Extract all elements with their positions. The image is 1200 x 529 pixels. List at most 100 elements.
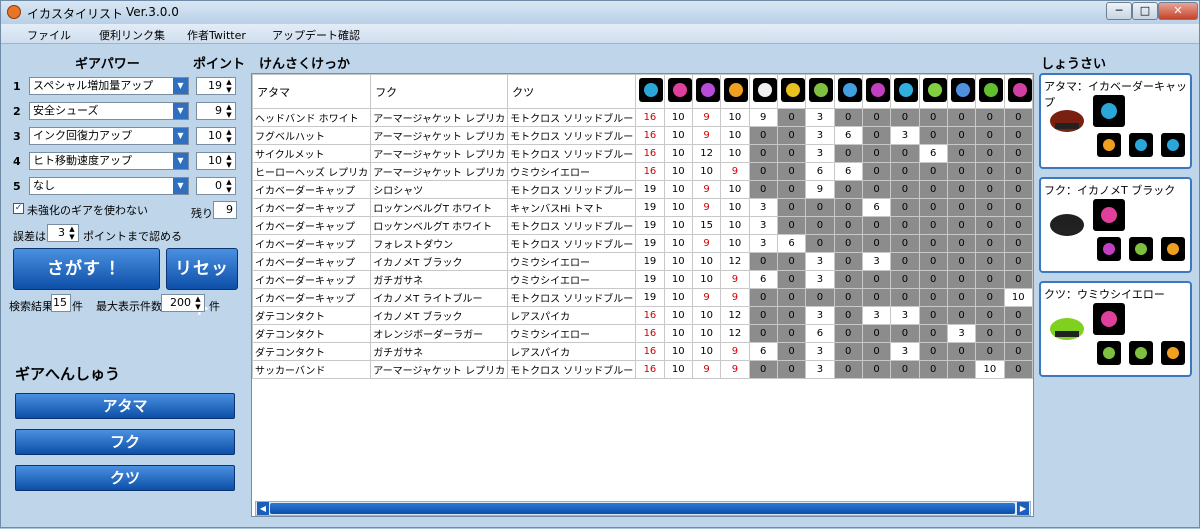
col-ability[interactable]	[720, 74, 750, 109]
table-row[interactable]: ダテコンタクト ガチガサネ レアスパイカ 16 10 10 9 6 0 3 0 0 3 0 0 0 0	[252, 342, 1033, 361]
slot-number: 2	[13, 105, 21, 118]
gear-power-select-2[interactable]: 安全シューズ ▼	[29, 102, 189, 120]
points-stepper-2[interactable]: 9 ▲ ▼	[196, 102, 236, 120]
cell-ability-points: 0	[776, 180, 807, 199]
table-row[interactable]: イカベーダーキャップ ロッケンベルグT ホワイト キャンバスHi トマト 19 10…	[252, 198, 1033, 217]
cell-ability-points: 0	[890, 270, 920, 289]
menu-links[interactable]: 便利リンク集	[99, 27, 165, 43]
table-row[interactable]: イカベーダーキャップ ガチガサネ ウミウシイエロー 19 10 10 9 6 0 3 0 0 0 0 0…	[252, 270, 1033, 289]
cell-ability-points: 0	[748, 288, 778, 307]
col-ability[interactable]	[946, 74, 977, 109]
menu-update-check[interactable]: アップデート確認	[272, 27, 360, 43]
edit-shoes-button[interactable]: クツ	[15, 465, 235, 491]
chevron-down-icon[interactable]: ▼	[173, 153, 188, 169]
points-stepper-1[interactable]: 19 ▲ ▼	[196, 77, 236, 95]
col-ability[interactable]	[918, 74, 948, 109]
points-stepper-5[interactable]: 0 ▲ ▼	[196, 177, 236, 195]
maximize-button[interactable]: □	[1132, 2, 1158, 20]
stepper-arrows-icon[interactable]: ▲ ▼	[224, 103, 234, 119]
cell-ability-points: 10	[720, 198, 750, 217]
col-ability[interactable]	[691, 74, 722, 109]
table-row[interactable]: イカベーダーキャップ ロッケンベルグT ホワイト モトクロス ソリッドブルー 19…	[252, 216, 1033, 235]
col-ability[interactable]	[890, 74, 920, 109]
results-table[interactable]: アタマ フク クツ ヘッドバンド ホワイト アーマージャケット レプリカ モトク…	[251, 73, 1034, 517]
cell-ability-points: 0	[833, 342, 863, 361]
table-row[interactable]: イカベーダーキャップ イカノメT ブラック ウミウシイエロー 19 10 10 12 0 0…	[252, 252, 1033, 271]
cell-ability-points: 0	[861, 144, 892, 163]
col-ability[interactable]	[833, 74, 863, 109]
chevron-down-icon[interactable]: ▼	[173, 128, 188, 144]
app-version: Ver.3.0.0	[126, 5, 179, 19]
col-ability[interactable]	[635, 74, 665, 109]
stepper-arrows-icon[interactable]: ▲ ▼	[67, 225, 77, 241]
cell-head: イカベーダーキャップ	[252, 252, 372, 271]
table-row[interactable]: サッカーバンド アーマージャケット レプリカ モトクロス ソリッドブルー 16 10…	[252, 360, 1033, 379]
scroll-left-icon[interactable]: ◀	[257, 502, 269, 515]
col-ability[interactable]	[748, 74, 778, 109]
cell-ability-points: 0	[861, 360, 892, 379]
cell-ability-points: 10	[663, 252, 693, 271]
close-button[interactable]: ✕	[1158, 2, 1198, 20]
table-row[interactable]: ヒーローヘッズ レプリカ アーマージャケット レプリカ ウミウシイエロー 16 10…	[252, 162, 1033, 181]
scroll-right-icon[interactable]: ▶	[1017, 502, 1029, 515]
cell-ability-points: 0	[833, 288, 863, 307]
edit-clothing-button[interactable]: フク	[15, 429, 235, 455]
col-head[interactable]: アタマ	[252, 74, 372, 109]
stepper-arrows-icon[interactable]: ▲ ▼	[224, 128, 234, 144]
stepper-arrows-icon[interactable]: ▲ ▼	[224, 153, 234, 169]
table-row[interactable]: ダテコンタクト オレンジボーダーラガー ウミウシイエロー 16 10 10 12 0 0 6 0…	[252, 324, 1033, 343]
max-display-stepper[interactable]: 200 ▲ ▼	[161, 294, 205, 312]
gear-power-select-5[interactable]: なし ▼	[29, 177, 189, 195]
cell-head: イカベーダーキャップ	[252, 198, 372, 217]
search-button[interactable]: さがす ！	[13, 248, 160, 290]
col-ability[interactable]	[1003, 74, 1033, 109]
gear-power-select-3[interactable]: インク回復力アップ ▼	[29, 127, 189, 145]
stepper-arrows-icon[interactable]: ▲ ▼	[224, 78, 234, 94]
cell-ability-points: 0	[861, 126, 892, 145]
col-shoes[interactable]: クツ	[507, 74, 637, 109]
horizontal-scrollbar[interactable]: ◀ ▶	[255, 501, 1031, 516]
col-ability[interactable]	[776, 74, 807, 109]
stepper-arrows-icon[interactable]: ▲ ▼	[193, 295, 203, 311]
col-ability[interactable]	[663, 74, 693, 109]
cell-clothing: アーマージャケット レプリカ	[370, 108, 509, 127]
table-row[interactable]: ダテコンタクト イカノメT ブラック レアスパイカ 16 10 10 12 0 0 3 0 3 3 0…	[252, 306, 1033, 325]
points-stepper-4[interactable]: 10 ▲ ▼	[196, 152, 236, 170]
minimize-button[interactable]: ─	[1106, 2, 1132, 20]
table-row[interactable]: フグベルハット アーマージャケット レプリカ モトクロス ソリッドブルー 16 10…	[252, 126, 1033, 145]
table-row[interactable]: イカベーダーキャップ イカノメT ライトブルー モトクロス ソリッドブルー 19 1…	[252, 288, 1033, 307]
cell-ability-points: 10	[663, 216, 693, 235]
menu-file[interactable]: ファイル	[27, 27, 71, 43]
gear-power-value: インク回復力アップ	[33, 129, 132, 142]
reset-button[interactable]: リセット	[166, 248, 238, 319]
cell-ability-points: 0	[890, 216, 920, 235]
table-row[interactable]: サイクルメット アーマージャケット レプリカ モトクロス ソリッドブルー 16 10…	[252, 144, 1033, 163]
col-ability[interactable]	[975, 74, 1005, 109]
cell-ability-points: 0	[890, 162, 920, 181]
edit-head-button[interactable]: アタマ	[15, 393, 235, 419]
cell-shoes: ウミウシイエロー	[507, 324, 637, 343]
stepper-arrows-icon[interactable]: ▲ ▼	[224, 178, 234, 194]
chevron-down-icon[interactable]: ▼	[173, 178, 188, 194]
cell-ability-points: 12	[720, 306, 750, 325]
points-stepper-3[interactable]: 10 ▲ ▼	[196, 127, 236, 145]
table-row[interactable]: イカベーダーキャップ フォレストダウン モトクロス ソリッドブルー 19 10 9 10…	[252, 234, 1033, 253]
cell-ability-points: 0	[833, 144, 863, 163]
cell-clothing: アーマージャケット レプリカ	[370, 144, 509, 163]
tolerance-stepper[interactable]: 3 ▲ ▼	[47, 224, 79, 242]
col-ability[interactable]	[861, 74, 892, 109]
gear-power-select-4[interactable]: ヒト移動速度アップ ▼	[29, 152, 189, 170]
table-row[interactable]: ヘッドバンド ホワイト アーマージャケット レプリカ モトクロス ソリッドブルー…	[252, 108, 1033, 127]
col-clothing[interactable]: フク	[370, 74, 509, 109]
gear-image-icon	[1047, 305, 1087, 345]
chevron-down-icon[interactable]: ▼	[173, 103, 188, 119]
unenhanced-checkbox[interactable]: ✓	[13, 203, 24, 214]
chevron-down-icon[interactable]: ▼	[173, 78, 188, 94]
cell-ability-points: 6	[861, 198, 892, 217]
col-ability[interactable]	[805, 74, 835, 109]
detail-card-title: フク：イカノメT ブラック	[1044, 184, 1176, 197]
gear-power-select-1[interactable]: スペシャル増加量アップ ▼	[29, 77, 189, 95]
menu-author-twitter[interactable]: 作者Twitter	[187, 27, 246, 43]
table-row[interactable]: イカベーダーキャップ シロシャツ モトクロス ソリッドブルー 19 10 9 10 0 0 9…	[252, 180, 1033, 199]
scrollbar-thumb[interactable]	[270, 503, 1015, 514]
